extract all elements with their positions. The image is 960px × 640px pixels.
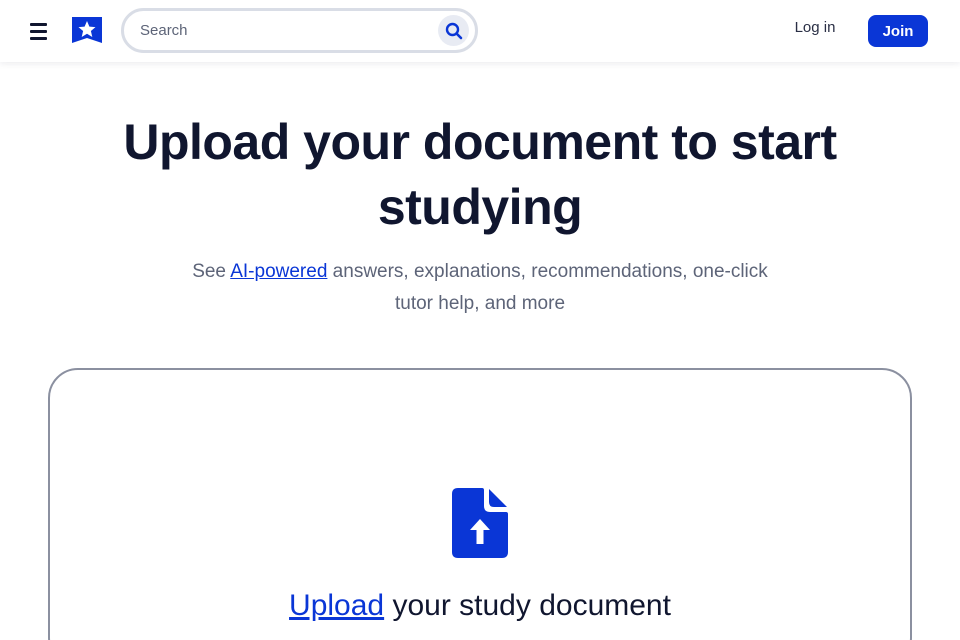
login-link[interactable]: Log in xyxy=(783,19,847,36)
upload-link[interactable]: Upload xyxy=(289,589,384,622)
page-title: Upload your document to start studying xyxy=(123,114,837,235)
logo-icon[interactable] xyxy=(71,14,103,46)
upload-prompt: Upload your study document xyxy=(180,586,780,626)
join-button[interactable]: Join xyxy=(868,15,928,47)
subtitle-prefix: See xyxy=(192,261,231,282)
search-icon xyxy=(445,22,462,39)
top-nav-bar: Log in Join xyxy=(0,0,960,62)
search-button[interactable] xyxy=(438,15,469,46)
page-subtitle: See AI-powered answers, explanations, re… xyxy=(180,256,780,320)
search-input[interactable] xyxy=(140,15,430,46)
menu-icon[interactable] xyxy=(30,18,56,44)
subtitle-rest: answers, explanations, recommendations, … xyxy=(327,261,768,314)
ai-powered-link[interactable]: AI-powered xyxy=(230,261,327,282)
upload-prompt-rest: your study document xyxy=(384,589,671,622)
document-upload-icon xyxy=(452,488,508,558)
search-bar xyxy=(121,8,478,53)
